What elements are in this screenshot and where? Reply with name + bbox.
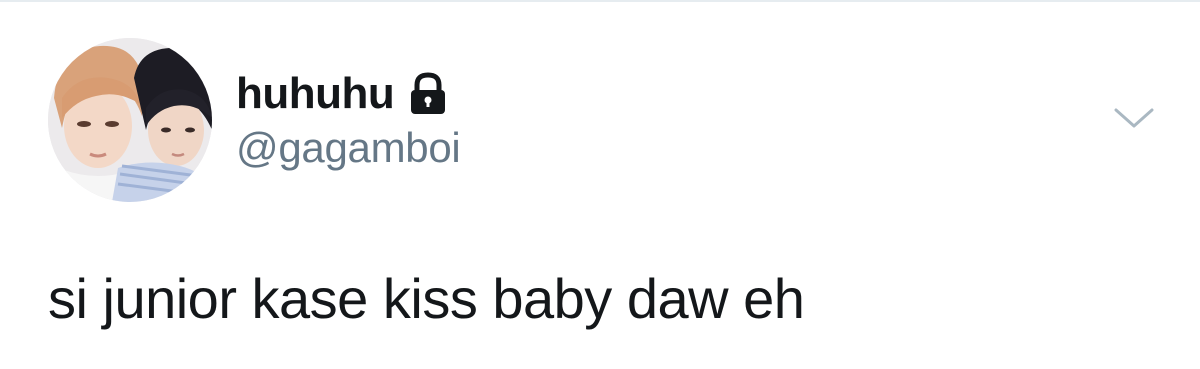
lock-icon [408, 72, 448, 116]
tweet-text: si junior kase kiss baby daw eh [48, 267, 805, 330]
display-name[interactable]: huhuhu [236, 69, 395, 119]
user-handle[interactable]: @gagamboi [236, 124, 461, 172]
author-name-row: huhuhu [236, 66, 448, 122]
chevron-down-icon[interactable] [1112, 104, 1156, 134]
avatar[interactable] [48, 38, 212, 202]
avatar-image [48, 38, 212, 202]
tweet-card: huhuhu @gagamboi si junior kase kiss bab… [0, 0, 1200, 369]
